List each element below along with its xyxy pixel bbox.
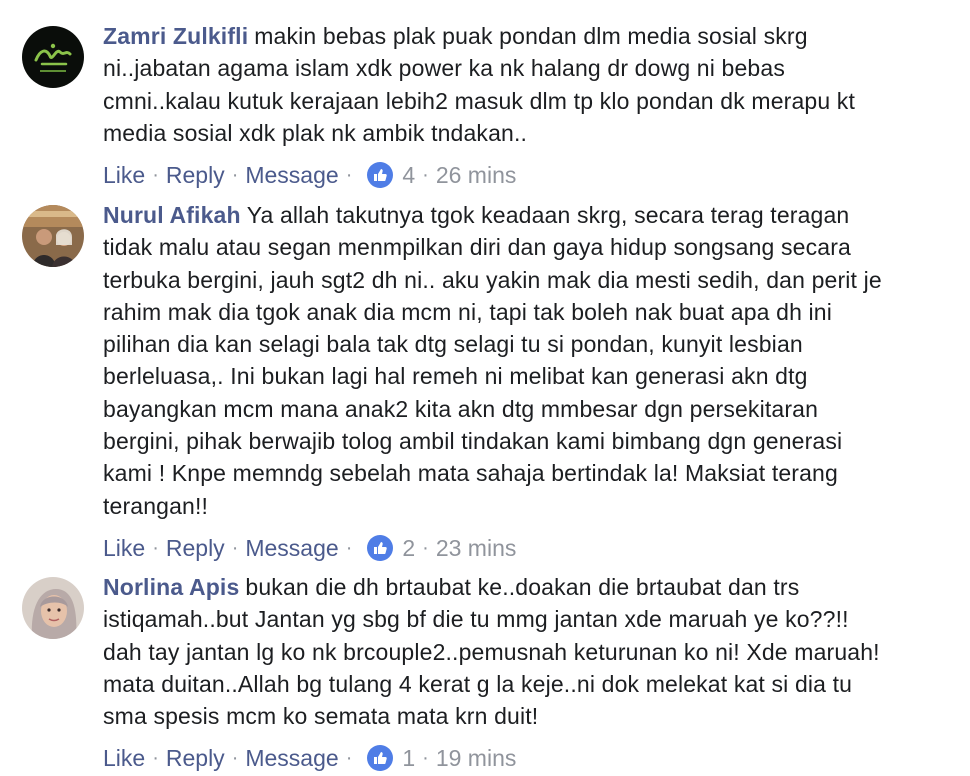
separator: ·: [345, 747, 353, 770]
comment-line: ni..jabatan agama islam xdk power ka nk …: [103, 55, 785, 82]
comment-line: Ya allah takutnya tgok keadaan skrg, sec…: [246, 202, 850, 228]
like-link[interactable]: Like: [103, 533, 145, 563]
message-link[interactable]: Message: [245, 743, 338, 773]
separator: ·: [152, 536, 159, 559]
separator: ·: [345, 164, 353, 187]
comment-line: rahim mak dia tgok anak dia mcm ni, tapi…: [103, 298, 833, 325]
comment-line: bayangkan mcm mana anak2 kita akn dtg mm…: [103, 395, 819, 422]
message-link[interactable]: Message: [245, 533, 338, 563]
separator: ·: [152, 164, 159, 187]
thumbs-up-icon[interactable]: [367, 162, 394, 189]
comment-line: terbuka bergini, jauh sgt2 dh ni.. aku y…: [103, 266, 882, 293]
avatar[interactable]: [22, 205, 84, 267]
comment-author[interactable]: Norlina Apis: [103, 574, 239, 600]
timestamp[interactable]: 19 mins: [436, 743, 517, 773]
timestamp[interactable]: 26 mins: [436, 160, 517, 190]
separator: ·: [422, 164, 429, 187]
avatar[interactable]: [22, 26, 84, 88]
reaction-count[interactable]: 2: [402, 533, 415, 563]
comment-line: mata duitan..Allah bg tulang 4 kerat g l…: [103, 670, 853, 697]
separator: ·: [422, 747, 429, 770]
comment-actions: Like · Reply · Message · 4 · 26 mins: [103, 160, 963, 190]
comment-text: Norlina Apis bukan die dh brtaubat ke..do…: [103, 571, 963, 732]
like-link[interactable]: Like: [103, 160, 145, 190]
comment-text: Zamri Zulkifli makin bebas plak puak pond…: [103, 20, 963, 149]
separator: ·: [152, 747, 159, 770]
comment-line: media sosial xdk plak nk ambik tndakan..: [103, 119, 528, 146]
comment-line: pilihan dia kan selagi bala tak dtg sela…: [103, 331, 803, 358]
reaction-count[interactable]: 1: [402, 743, 415, 773]
comment-line: makin bebas plak puak pondan dlm media s…: [254, 23, 808, 49]
comment-actions: Like · Reply · Message · 1 · 19 mins: [103, 743, 963, 773]
comment-author[interactable]: Nurul Afikah: [103, 202, 241, 228]
separator: ·: [345, 536, 353, 559]
comment-line: istiqamah..but Jantan yg sbg bf die tu m…: [103, 606, 849, 633]
separator: ·: [231, 747, 239, 770]
comment-line: tidak malu atau segan menmpilkan diri da…: [103, 234, 851, 261]
separator: ·: [231, 536, 239, 559]
comment-body: Norlina Apis bukan die dh brtaubat ke..do…: [103, 571, 963, 773]
comment-line: dah tay jantan lg ko nk brcouple2..pemus…: [103, 638, 880, 665]
comment-line: terangan!!: [103, 492, 209, 519]
comment-line: cmni..kalau kutuk kerajaan lebih2 masuk …: [103, 87, 856, 114]
comment-line: bergini, pihak berwajib tolog ambil tind…: [103, 428, 843, 455]
separator: ·: [231, 164, 239, 187]
comment-line: bukan die dh brtaubat ke..doakan die brt…: [245, 574, 800, 600]
comment-line: sma spesis mcm ko semata mata krn duit!: [103, 703, 539, 730]
timestamp[interactable]: 23 mins: [436, 533, 517, 563]
reply-link[interactable]: Reply: [166, 743, 225, 773]
reaction-count[interactable]: 4: [402, 160, 415, 190]
thumbs-up-icon[interactable]: [367, 534, 394, 561]
reply-link[interactable]: Reply: [166, 533, 225, 563]
separator: ·: [422, 536, 429, 559]
comment-body: Nurul Afikah Ya allah takutnya tgok keada…: [103, 199, 963, 563]
message-link[interactable]: Message: [245, 160, 338, 190]
avatar[interactable]: [22, 577, 84, 639]
comment-line: berleluasa,. Ini bukan lagi hal remeh ni…: [103, 363, 808, 390]
comment-author[interactable]: Zamri Zulkifli: [103, 23, 248, 49]
comment-body: Zamri Zulkifli makin bebas plak puak pond…: [103, 20, 963, 190]
comment-text: Nurul Afikah Ya allah takutnya tgok keada…: [103, 199, 963, 522]
comment-actions: Like · Reply · Message · 2 · 23 mins: [103, 533, 963, 563]
reply-link[interactable]: Reply: [166, 160, 225, 190]
comment-line: kami ! Knpe memndg sebelah mata sahaja b…: [103, 460, 838, 487]
like-link[interactable]: Like: [103, 743, 145, 773]
thumbs-up-icon[interactable]: [367, 745, 394, 772]
